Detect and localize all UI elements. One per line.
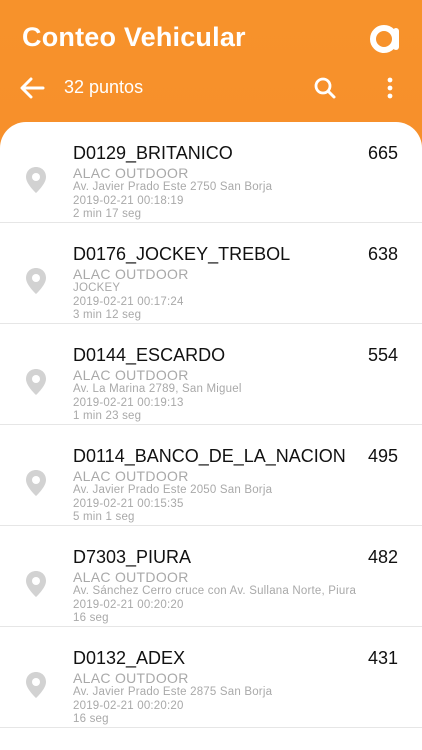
list-item[interactable]: D0144_ESCARDO 554 ALAC OUTDOOR Av. La Ma…	[0, 324, 422, 425]
point-datetime: 2019-02-21 00:15:35	[73, 498, 184, 510]
point-datetime: 2019-02-21 00:17:24	[73, 296, 184, 308]
app-screen: Conteo Vehicular 32 puntos D0129_BRITANI…	[0, 0, 422, 750]
company-name: ALAC OUTDOOR	[73, 468, 189, 484]
point-duration: 3 min 12 seg	[73, 309, 142, 321]
more-vertical-icon[interactable]	[380, 75, 400, 101]
point-datetime: 2019-02-21 00:18:19	[73, 195, 184, 207]
point-datetime: 2019-02-21 00:19:13	[73, 397, 184, 409]
list-item[interactable]: D0114_BANCO_DE_LA_NACION 495 ALAC OUTDOO…	[0, 425, 422, 526]
point-datetime: 2019-02-21 00:20:20	[73, 700, 184, 712]
vehicle-count: 554	[367, 345, 398, 365]
point-duration: 5 min 1 seg	[73, 511, 135, 523]
location-pin-icon	[26, 167, 46, 193]
company-name: ALAC OUTDOOR	[73, 165, 189, 181]
point-name: D0176_JOCKEY_TREBOL	[73, 244, 291, 264]
location-pin-icon	[26, 672, 46, 698]
vehicle-count: 431	[367, 648, 398, 668]
brand-a-logo-icon[interactable]	[370, 22, 402, 54]
points-list: D0129_BRITANICO 665 ALAC OUTDOOR Av. Jav…	[0, 122, 422, 750]
company-name: ALAC OUTDOOR	[73, 266, 189, 282]
location-pin-icon	[26, 571, 46, 597]
point-duration: 2 min 17 seg	[73, 208, 142, 220]
points-count-label: 32 puntos	[64, 77, 144, 97]
point-duration: 16 seg	[73, 612, 109, 624]
point-duration: 1 min 23 seg	[73, 410, 142, 422]
point-address: Av. Javier Prado Este 2750 San Borja	[73, 181, 273, 193]
page-title: Conteo Vehicular	[22, 22, 246, 52]
vehicle-count: 665	[367, 143, 398, 163]
back-arrow-icon[interactable]	[20, 76, 46, 100]
list-item[interactable]: D7303_PIURA 482 ALAC OUTDOOR Av. Sánchez…	[0, 526, 422, 627]
point-duration: 16 seg	[73, 713, 109, 725]
point-name: D7303_PIURA	[73, 547, 192, 567]
location-pin-icon	[26, 470, 46, 496]
point-address: Av. La Marina 2789, San Miguel	[73, 383, 242, 395]
point-name: D0114_BANCO_DE_LA_NACION	[73, 446, 346, 466]
point-address: JOCKEY	[73, 282, 121, 294]
point-datetime: 2019-02-21 00:20:20	[73, 599, 184, 611]
point-name: D0144_ESCARDO	[73, 345, 226, 365]
vehicle-count: 638	[367, 244, 398, 264]
company-name: ALAC OUTDOOR	[73, 367, 189, 383]
list-item[interactable]: D0129_BRITANICO 665 ALAC OUTDOOR Av. Jav…	[0, 122, 422, 223]
location-pin-icon	[26, 268, 46, 294]
vehicle-count: 495	[367, 446, 398, 466]
point-address: Av. Javier Prado Este 2050 San Borja	[73, 484, 273, 496]
vehicle-count: 482	[367, 547, 398, 567]
search-icon[interactable]	[312, 75, 338, 101]
company-name: ALAC OUTDOOR	[73, 670, 189, 686]
point-name: D0132_ADEX	[73, 648, 186, 668]
company-name: ALAC OUTDOOR	[73, 569, 189, 585]
toolbar: 32 puntos	[0, 68, 422, 108]
point-address: Av. Javier Prado Este 2875 San Borja	[73, 686, 273, 698]
list-item[interactable]: D0132_ADEX 431 ALAC OUTDOOR Av. Javier P…	[0, 627, 422, 728]
location-pin-icon	[26, 369, 46, 395]
list-item[interactable]: D0176_JOCKEY_TREBOL 638 ALAC OUTDOOR JOC…	[0, 223, 422, 324]
point-address: Av. Sánchez Cerro cruce con Av. Sullana …	[73, 585, 357, 597]
point-name: D0129_BRITANICO	[73, 143, 233, 163]
